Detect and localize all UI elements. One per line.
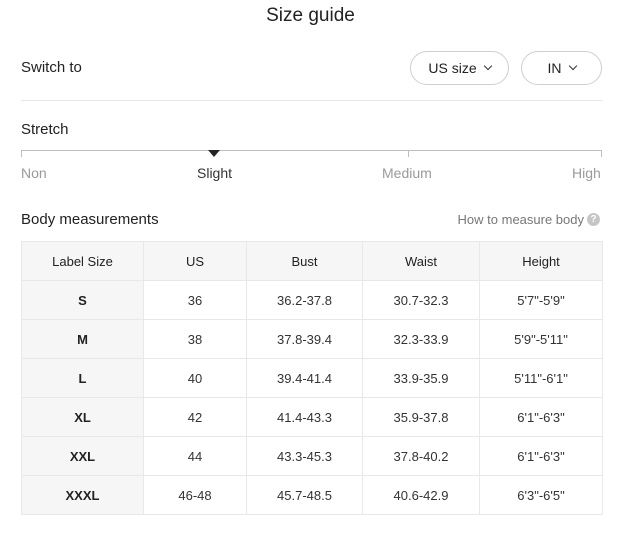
label-size-cell: L: [21, 358, 144, 398]
stretch-level-medium: Medium: [382, 165, 432, 181]
bust-cell: 36.2-37.8: [246, 280, 363, 320]
label-size-cell: XL: [21, 397, 144, 437]
us-cell: 40: [143, 358, 247, 398]
bust-cell: 41.4-43.3: [246, 397, 363, 437]
unit-dropdown[interactable]: IN: [521, 51, 602, 85]
table-row: XXXL 46-48 45.7-48.5 40.6-42.9 6'3"-6'5": [21, 475, 603, 515]
waist-cell: 32.3-33.9: [362, 319, 480, 359]
waist-cell: 33.9-35.9: [362, 358, 480, 398]
us-cell: 36: [143, 280, 247, 320]
waist-cell: 30.7-32.3: [362, 280, 480, 320]
switch-label: Switch to: [21, 59, 82, 76]
us-cell: 38: [143, 319, 247, 359]
unit-value: IN: [547, 60, 562, 76]
table-row: S 36 36.2-37.8 30.7-32.3 5'7"-5'9": [21, 280, 603, 320]
divider: [21, 100, 602, 101]
label-size-cell: M: [21, 319, 144, 359]
size-system-dropdown[interactable]: US size: [410, 51, 509, 85]
table-row: XL 42 41.4-43.3 35.9-37.8 6'1"-6'3": [21, 397, 603, 437]
size-system-value: US size: [428, 60, 477, 76]
chevron-down-icon: [568, 61, 577, 71]
stretch-tick: [408, 150, 409, 157]
waist-cell: 37.8-40.2: [362, 436, 480, 476]
body-measurements-title: Body measurements: [21, 211, 159, 228]
height-cell: 6'1"-6'3": [479, 436, 603, 476]
stretch-label: Stretch: [21, 121, 69, 138]
us-cell: 46-48: [143, 475, 247, 515]
us-cell: 42: [143, 397, 247, 437]
stretch-tick: [21, 150, 22, 157]
stretch-tick: [601, 150, 602, 157]
table-row: L 40 39.4-41.4 33.9-35.9 5'11"-6'1": [21, 358, 603, 398]
column-header: Height: [479, 241, 603, 281]
question-circle-icon: ?: [587, 213, 600, 226]
bust-cell: 45.7-48.5: [246, 475, 363, 515]
us-cell: 44: [143, 436, 247, 476]
page-title: Size guide: [266, 5, 355, 26]
bust-cell: 37.8-39.4: [246, 319, 363, 359]
column-header: Bust: [246, 241, 363, 281]
waist-cell: 40.6-42.9: [362, 475, 480, 515]
stretch-level-slight: Slight: [197, 165, 233, 181]
label-size-cell: XXL: [21, 436, 144, 476]
stretch-marker-icon: [208, 150, 220, 157]
height-cell: 5'11"-6'1": [479, 358, 603, 398]
switch-row: Switch to US size IN: [21, 51, 602, 85]
waist-cell: 35.9-37.8: [362, 397, 480, 437]
stretch-level-high: High: [572, 165, 601, 181]
table-row: XXL 44 43.3-45.3 37.8-40.2 6'1"-6'3": [21, 436, 603, 476]
table-row: M 38 37.8-39.4 32.3-33.9 5'9"-5'11": [21, 319, 603, 359]
size-table: Label Size US Bust Waist Height S 36 36.…: [21, 241, 603, 515]
table-header-row: Label Size US Bust Waist Height: [21, 241, 603, 281]
column-header: Waist: [362, 241, 480, 281]
height-cell: 6'3"-6'5": [479, 475, 603, 515]
chevron-down-icon: [483, 61, 492, 71]
stretch-track: [21, 150, 602, 151]
stretch-level-non: Non: [21, 165, 47, 181]
height-cell: 5'9"-5'11": [479, 319, 603, 359]
column-header: US: [143, 241, 247, 281]
bust-cell: 43.3-45.3: [246, 436, 363, 476]
height-cell: 5'7"-5'9": [479, 280, 603, 320]
column-header: Label Size: [21, 241, 144, 281]
label-size-cell: S: [21, 280, 144, 320]
bust-cell: 39.4-41.4: [246, 358, 363, 398]
height-cell: 6'1"-6'3": [479, 397, 603, 437]
how-to-measure-link[interactable]: How to measure body ?: [458, 212, 600, 227]
how-to-measure-label: How to measure body: [457, 212, 584, 227]
label-size-cell: XXXL: [21, 475, 144, 515]
